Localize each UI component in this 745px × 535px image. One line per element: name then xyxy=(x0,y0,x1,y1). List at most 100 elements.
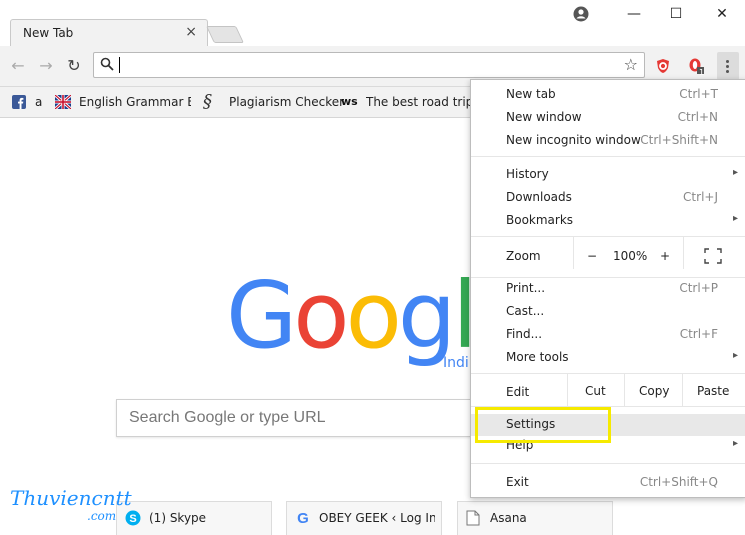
menu-shortcut: Ctrl+N xyxy=(677,110,718,124)
zoom-in-button[interactable]: + xyxy=(660,249,670,263)
bookmark-a[interactable]: a xyxy=(35,95,42,109)
bookmark-star-icon[interactable]: ☆ xyxy=(624,55,638,74)
menu-item-bookmarks[interactable]: Bookmarks ▸ xyxy=(471,210,745,232)
search-icon xyxy=(100,57,114,71)
watermark-logo: Thuviencntt xyxy=(10,486,132,510)
uk-flag-icon xyxy=(55,95,71,109)
page-icon xyxy=(466,510,480,526)
plagiarism-icon: § xyxy=(203,91,212,112)
menu-item-print[interactable]: Print... Ctrl+P xyxy=(471,278,745,300)
menu-item-label: Print... xyxy=(506,281,546,295)
back-button[interactable]: ← xyxy=(8,56,28,76)
menu-separator xyxy=(471,156,745,157)
logo-letter: g xyxy=(397,262,456,369)
menu-item-label: New tab xyxy=(506,87,556,101)
close-window-button[interactable]: ✕ xyxy=(708,4,736,24)
google-g-icon: G xyxy=(297,510,309,526)
menu-shortcut: Ctrl+P xyxy=(679,281,718,295)
address-bar[interactable]: ☆ xyxy=(93,52,645,78)
paste-button[interactable]: Paste xyxy=(697,384,729,398)
zoom-level: 100% xyxy=(613,249,648,263)
menu-item-new-tab[interactable]: New tab Ctrl+T xyxy=(471,84,745,106)
google-region-label: Indi xyxy=(443,355,469,371)
menu-item-label: Cast... xyxy=(506,304,545,318)
menu-item-label: New window xyxy=(506,110,582,124)
menu-item-more-tools[interactable]: More tools ▸ xyxy=(471,347,745,369)
tile-label: Asana xyxy=(490,511,527,525)
google-search-box[interactable] xyxy=(116,399,488,437)
tab-new-tab[interactable]: New Tab × xyxy=(10,19,208,47)
maximize-button[interactable]: ☐ xyxy=(662,4,690,24)
new-tab-button[interactable] xyxy=(206,26,244,43)
cell-divider xyxy=(624,373,625,407)
svg-text:G: G xyxy=(297,510,309,526)
menu-item-label: Edit xyxy=(506,385,530,399)
title-bar: New Tab × — ☐ ✕ xyxy=(0,0,745,47)
submenu-arrow-icon: ▸ xyxy=(732,213,738,224)
menu-shortcut: Ctrl+Shift+N xyxy=(640,133,718,147)
submenu-arrow-icon: ▸ xyxy=(732,350,738,361)
tab-close-icon[interactable]: × xyxy=(185,24,197,40)
menu-item-new-incognito-window[interactable]: New incognito window Ctrl+Shift+N xyxy=(471,130,745,152)
copy-button[interactable]: Copy xyxy=(639,384,669,398)
menu-item-label: Zoom xyxy=(506,249,541,263)
submenu-arrow-icon: ▸ xyxy=(732,167,738,178)
menu-item-label: Bookmarks xyxy=(506,213,574,227)
menu-shortcut: Ctrl+F xyxy=(679,327,718,341)
bookmark-road-trip[interactable]: The best road trip c xyxy=(366,95,470,109)
menu-item-label: Downloads xyxy=(506,190,572,204)
dot-icon xyxy=(726,70,729,73)
menu-row-edit: Edit Cut Copy Paste xyxy=(471,373,745,407)
tile-label: (1) Skype xyxy=(149,511,207,525)
text-caret xyxy=(119,57,120,73)
most-visited-tile-skype[interactable]: S (1) Skype xyxy=(116,501,272,535)
menu-item-downloads[interactable]: Downloads Ctrl+J xyxy=(471,187,745,209)
cell-divider xyxy=(573,237,574,269)
cut-button[interactable]: Cut xyxy=(585,384,606,398)
forward-button[interactable]: → xyxy=(36,56,56,76)
bookmark-english-grammar[interactable]: English Grammar Exe xyxy=(79,95,191,109)
profile-icon[interactable] xyxy=(573,6,589,22)
cell-divider xyxy=(682,373,683,407)
watermark-com: .com xyxy=(87,509,117,523)
menu-separator xyxy=(471,463,745,464)
ws-icon: ws xyxy=(341,95,358,108)
logo-letter: o xyxy=(293,262,349,369)
submenu-arrow-icon: ▸ xyxy=(732,438,738,449)
menu-item-cast[interactable]: Cast... xyxy=(471,301,745,323)
cell-divider xyxy=(683,237,684,269)
highlight-annotation xyxy=(475,407,611,443)
menu-item-exit[interactable]: Exit Ctrl+Shift+Q xyxy=(471,472,745,494)
menu-button[interactable] xyxy=(717,52,739,80)
menu-shortcut: Ctrl+Shift+Q xyxy=(639,475,718,489)
minimize-button[interactable]: — xyxy=(620,4,648,24)
bookmark-plagiarism-checker[interactable]: Plagiarism Checker xyxy=(229,95,344,109)
most-visited-tile-asana[interactable]: Asana xyxy=(457,501,613,535)
dot-icon xyxy=(726,60,729,63)
facebook-icon xyxy=(12,95,26,109)
logo-letter: o xyxy=(345,262,402,369)
menu-item-label: More tools xyxy=(506,350,569,364)
menu-item-new-window[interactable]: New window Ctrl+N xyxy=(471,107,745,129)
shield-extension-icon[interactable] xyxy=(655,58,671,74)
cell-divider xyxy=(567,373,568,407)
fullscreen-icon[interactable] xyxy=(704,248,722,264)
menu-shortcut: Ctrl+J xyxy=(683,190,718,204)
google-search-input[interactable] xyxy=(127,408,471,428)
menu-item-label: Exit xyxy=(506,475,529,489)
extension-badge: 1 xyxy=(699,68,705,77)
dot-icon xyxy=(726,65,729,68)
reload-button[interactable]: ↻ xyxy=(64,56,84,76)
menu-separator xyxy=(471,236,745,237)
menu-item-find[interactable]: Find... Ctrl+F xyxy=(471,324,745,346)
tab-title: New Tab xyxy=(23,26,74,40)
most-visited-tile-obey-geek[interactable]: G OBEY GEEK ‹ Log In xyxy=(286,501,442,535)
zoom-out-button[interactable]: − xyxy=(587,249,597,263)
tile-label: OBEY GEEK ‹ Log In xyxy=(319,511,435,525)
svg-text:S: S xyxy=(129,513,136,525)
menu-item-history[interactable]: History ▸ xyxy=(471,164,745,186)
menu-item-label: New incognito window xyxy=(506,133,641,147)
menu-item-label: History xyxy=(506,167,549,181)
menu-separator xyxy=(471,373,745,374)
skype-icon: S xyxy=(125,510,141,526)
